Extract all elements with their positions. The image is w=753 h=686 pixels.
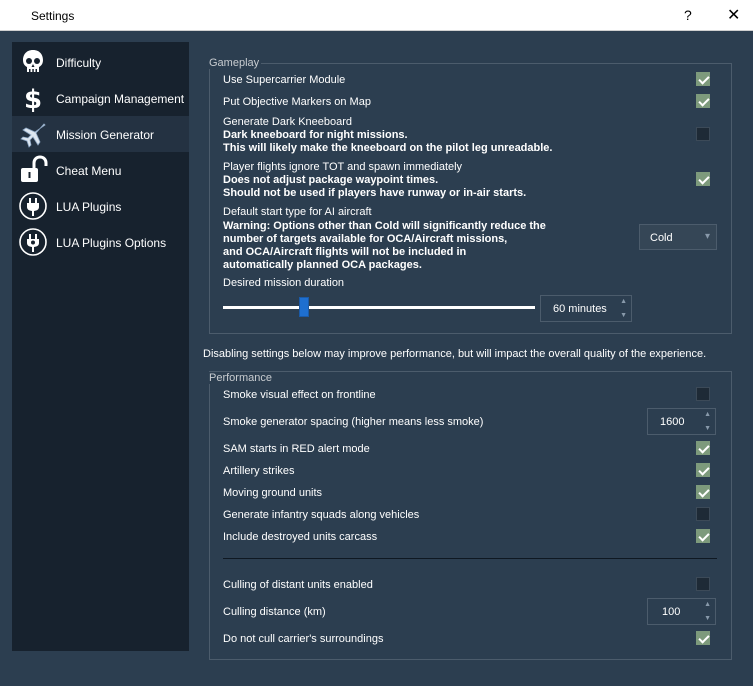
ignore-tot-desc: Should not be used if players have runwa… [223, 187, 527, 199]
start-type-warning: and OCA/Aircraft flights will not be inc… [223, 246, 467, 258]
plug-icon [19, 192, 47, 220]
sidebar-item-label: LUA Plugins Options [56, 236, 167, 250]
skull-icon [23, 50, 43, 72]
smoke-spacing-value: 1600 [660, 416, 685, 428]
chevron-down-icon: ▾ [704, 231, 710, 242]
carcass-label: Include destroyed units carcass [223, 531, 378, 543]
moving-units-checkbox[interactable] [696, 485, 710, 499]
spin-up-icon[interactable]: ▲ [704, 601, 711, 608]
sidebar-item-mission-generator[interactable]: Mission Generator [12, 116, 189, 152]
mission-duration-value: 60 minutes [553, 303, 607, 315]
culling-label: Culling of distant units enabled [223, 579, 373, 591]
supercarrier-checkbox[interactable] [696, 72, 710, 86]
sidebar-item-campaign-management[interactable]: $ Campaign Management [12, 80, 189, 116]
smoke-spacing-label: Smoke generator spacing (higher means le… [223, 416, 484, 428]
sidebar-item-label: Mission Generator [56, 128, 155, 142]
start-type-warning: number of targets available for OCA/Airc… [223, 233, 508, 245]
performance-note: Disabling settings below may improve per… [203, 348, 707, 360]
spin-up-icon[interactable]: ▲ [620, 298, 627, 305]
unlocked-padlock-icon [21, 155, 48, 182]
gameplay-group-title: Gameplay [207, 57, 262, 69]
carrier-surroundings-label: Do not cull carrier's surroundings [223, 633, 384, 645]
sam-red-alert-label: SAM starts in RED alert mode [223, 443, 370, 455]
smoke-effect-checkbox[interactable] [696, 387, 710, 401]
start-type-value: Cold [650, 232, 673, 244]
divider [223, 558, 717, 559]
dollar-icon: $ [24, 85, 42, 113]
moving-units-label: Moving ground units [223, 487, 323, 499]
spin-up-icon[interactable]: ▲ [704, 411, 711, 418]
spin-down-icon[interactable]: ▼ [620, 312, 627, 319]
svg-text:$: $ [24, 85, 42, 113]
mission-duration-spinbox[interactable]: 60 minutes ▲ ▼ [540, 295, 632, 322]
smoke-spacing-spinbox[interactable]: 1600 ▲ ▼ [647, 408, 716, 435]
sam-red-alert-checkbox[interactable] [696, 441, 710, 455]
culling-distance-label: Culling distance (km) [223, 606, 326, 618]
sidebar-item-lua-plugins-options[interactable]: LUA Plugins Options [12, 224, 189, 260]
culling-distance-spinbox[interactable]: 100 ▲ ▼ [647, 598, 716, 625]
dark-kneeboard-desc: Dark kneeboard for night missions. [223, 129, 408, 141]
sidebar: Difficulty $ Campaign Management Mission… [12, 42, 189, 651]
dark-kneeboard-desc: This will likely make the kneeboard on t… [223, 142, 553, 154]
objective-markers-checkbox[interactable] [696, 94, 710, 108]
dark-kneeboard-label: Generate Dark Kneeboard [223, 116, 353, 128]
dark-kneeboard-checkbox[interactable] [696, 127, 710, 141]
close-button[interactable]: ✕ [727, 5, 740, 25]
window-title: Settings [31, 9, 75, 23]
mission-duration-slider-handle[interactable] [299, 297, 309, 317]
sidebar-item-label: Cheat Menu [56, 164, 122, 178]
sidebar-item-cheat-menu[interactable]: Cheat Menu [12, 152, 189, 188]
culling-checkbox[interactable] [696, 577, 710, 591]
sidebar-item-label: Campaign Management [56, 92, 185, 106]
carrier-surroundings-checkbox[interactable] [696, 631, 710, 645]
infantry-label: Generate infantry squads along vehicles [223, 509, 420, 521]
ignore-tot-desc: Does not adjust package waypoint times. [223, 174, 439, 186]
objective-markers-label: Put Objective Markers on Map [223, 96, 371, 108]
carcass-checkbox[interactable] [696, 529, 710, 543]
smoke-effect-label: Smoke visual effect on frontline [223, 389, 376, 401]
ignore-tot-label: Player flights ignore TOT and spawn imme… [223, 161, 463, 173]
infantry-checkbox[interactable] [696, 507, 710, 521]
start-type-label: Default start type for AI aircraft [223, 206, 372, 218]
artillery-label: Artillery strikes [223, 465, 295, 477]
mission-duration-slider[interactable] [223, 306, 535, 309]
start-type-select[interactable]: Cold ▾ [639, 224, 717, 250]
culling-distance-value: 100 [662, 606, 681, 618]
sidebar-item-label: LUA Plugins [56, 200, 122, 214]
artillery-checkbox[interactable] [696, 463, 710, 477]
mission-duration-label: Desired mission duration [223, 277, 345, 289]
help-button[interactable]: ? [684, 7, 692, 23]
spin-down-icon[interactable]: ▼ [704, 615, 711, 622]
performance-group-title: Performance [207, 372, 274, 384]
spin-down-icon[interactable]: ▼ [704, 425, 711, 432]
sidebar-item-label: Difficulty [56, 56, 102, 70]
sidebar-item-lua-plugins[interactable]: LUA Plugins [12, 188, 189, 224]
plug-settings-icon [19, 228, 47, 256]
supercarrier-label: Use Supercarrier Module [223, 74, 346, 86]
sidebar-item-difficulty[interactable]: Difficulty [12, 44, 189, 80]
start-type-warning: automatically planned OCA packages. [223, 259, 422, 271]
ignore-tot-checkbox[interactable] [696, 172, 710, 186]
start-type-warning: Warning: Options other than Cold will si… [223, 220, 546, 232]
jet-icon [20, 123, 46, 148]
title-bar: Settings ? ✕ [0, 0, 753, 31]
